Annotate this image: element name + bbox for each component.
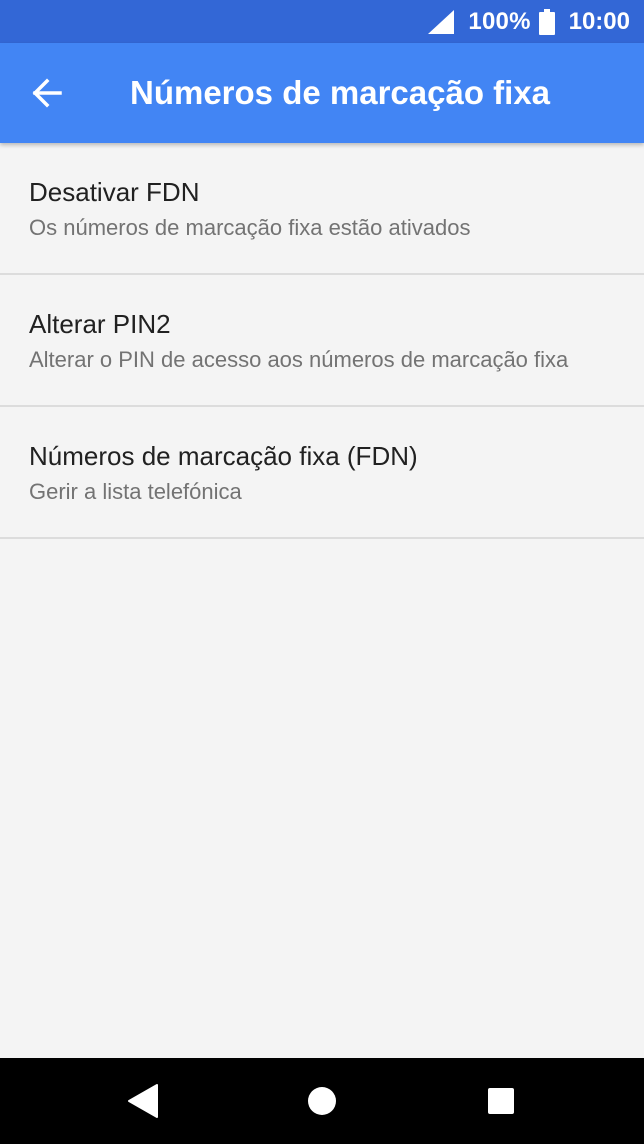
app-bar: Números de marcação fixa bbox=[0, 43, 644, 143]
status-icons: 100% 10:00 bbox=[428, 0, 630, 43]
nav-back-button[interactable] bbox=[103, 1058, 183, 1144]
setting-summary: Alterar o PIN de acesso aos números de m… bbox=[29, 347, 569, 372]
screen: 100% 10:00 Números de marcação fixa Desa… bbox=[0, 0, 644, 1144]
setting-fdn-list[interactable]: Números de marcação fixa (FDN) Gerir a l… bbox=[0, 407, 644, 539]
nav-recents-icon bbox=[488, 1088, 514, 1114]
arrow-back-icon bbox=[32, 78, 62, 108]
setting-title: Alterar PIN2 bbox=[29, 309, 171, 339]
setting-title: Desativar FDN bbox=[29, 177, 200, 207]
setting-summary: Os números de marcação fixa estão ativad… bbox=[29, 215, 471, 240]
navigation-bar bbox=[0, 1058, 644, 1144]
back-button[interactable] bbox=[22, 68, 72, 118]
setting-change-pin2[interactable]: Alterar PIN2 Alterar o PIN de acesso aos… bbox=[0, 275, 644, 407]
status-bar: 100% 10:00 bbox=[0, 0, 644, 43]
nav-back-icon bbox=[128, 1084, 158, 1118]
settings-list: Desativar FDN Os números de marcação fix… bbox=[0, 143, 644, 539]
page-title: Números de marcação fixa bbox=[130, 74, 551, 111]
clock: 10:00 bbox=[568, 7, 630, 35]
setting-summary: Gerir a lista telefónica bbox=[29, 479, 242, 504]
nav-home-button[interactable] bbox=[282, 1058, 362, 1144]
setting-disable-fdn[interactable]: Desativar FDN Os números de marcação fix… bbox=[0, 143, 644, 275]
battery-percentage: 100% bbox=[468, 7, 531, 35]
nav-home-icon bbox=[308, 1087, 336, 1115]
battery-icon bbox=[538, 8, 555, 35]
nav-recents-button[interactable] bbox=[461, 1058, 541, 1144]
signal-icon bbox=[428, 9, 455, 34]
setting-title: Números de marcação fixa (FDN) bbox=[29, 441, 418, 471]
